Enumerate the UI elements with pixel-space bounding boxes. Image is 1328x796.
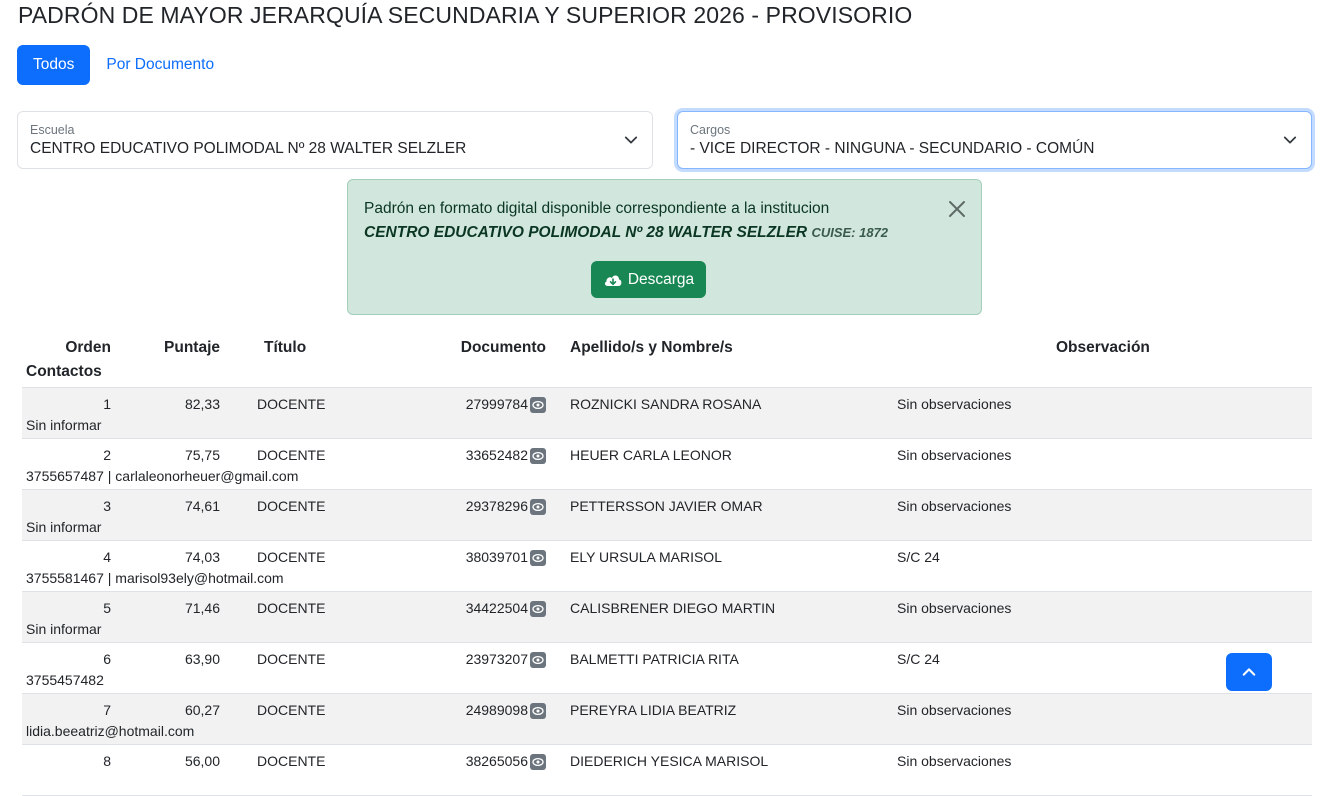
escuela-label: Escuela	[30, 123, 75, 137]
cell-puntaje: 74,61	[184, 498, 220, 514]
cell-documento: 33652482	[465, 447, 528, 463]
header-observacion: Observación	[1056, 339, 1150, 356]
tab-por-documento[interactable]: Por Documento	[90, 45, 230, 85]
download-button[interactable]: Descarga	[591, 261, 706, 298]
cell-orden: 4	[103, 549, 111, 565]
cell-observacion: Sin observaciones	[897, 396, 1012, 412]
cell-contactos: Sin informar	[26, 519, 102, 535]
cell-documento: 34422504	[465, 600, 528, 616]
cell-orden: 6	[103, 651, 111, 667]
alert-text: Padrón en formato digital disponible cor…	[364, 200, 830, 217]
cell-nombre: PETTERSSON JAVIER OMAR	[570, 498, 763, 514]
cell-puntaje: 60,27	[184, 702, 220, 718]
eye-icon[interactable]	[530, 754, 546, 770]
scroll-top-button[interactable]	[1226, 653, 1272, 691]
cargos-label: Cargos	[690, 123, 731, 137]
cell-documento: 24989098	[465, 702, 528, 718]
cell-orden: 3	[103, 498, 111, 514]
cell-titulo: DOCENTE	[257, 702, 326, 718]
cell-nombre: PEREYRA LIDIA BEATRIZ	[570, 702, 737, 718]
cell-documento: 27999784	[465, 396, 528, 412]
header-titulo: Título	[264, 339, 307, 356]
padron-table: Orden Puntaje Título Documento Apellido/…	[22, 334, 1312, 796]
cell-puntaje: 63,90	[184, 651, 220, 667]
table-row: 1 82,33 DOCENTE 27999784 ROZNICKI SANDRA ROS…	[22, 388, 1312, 439]
eye-icon[interactable]	[530, 652, 546, 668]
table-row: 4 74,03 DOCENTE 38039701 ELY URSULA MARISOL S…	[22, 541, 1312, 592]
escuela-value: CENTRO EDUCATIVO POLIMODAL Nº 28 WALTER …	[30, 140, 467, 157]
eye-icon[interactable]	[530, 397, 546, 413]
cell-observacion: Sin observaciones	[897, 600, 1012, 616]
table-row: 8 56,00 DOCENTE 38265056 DIEDERICH YESICA MA…	[22, 745, 1312, 796]
cell-contactos: Sin informar	[26, 621, 102, 637]
cell-nombre: BALMETTI PATRICIA RITA	[570, 651, 739, 667]
cell-observacion: Sin observaciones	[897, 702, 1012, 718]
close-icon[interactable]	[947, 199, 967, 219]
table-row: 2 75,75 DOCENTE 33652482 HEUER CARLA LEONOR S…	[22, 439, 1312, 490]
download-alert: Padrón en formato digital disponible cor…	[347, 179, 982, 315]
cell-orden: 7	[103, 702, 111, 718]
cell-nombre: ELY URSULA MARISOL	[570, 549, 722, 565]
alert-school-name: CENTRO EDUCATIVO POLIMODAL Nº 28 WALTER …	[364, 224, 808, 241]
alert-cuise: CUISE: 1872	[811, 225, 889, 240]
header-contactos: Contactos	[26, 363, 102, 380]
header-nombre: Apellido/s y Nombre/s	[570, 339, 733, 356]
header-puntaje: Puntaje	[164, 339, 220, 356]
cell-orden: 5	[103, 600, 111, 616]
table-row: 6 63,90 DOCENTE 23973207 BALMETTI PATRICIA R…	[22, 643, 1312, 694]
table-header: Orden Puntaje Título Documento Apellido/…	[22, 334, 1312, 388]
eye-icon[interactable]	[530, 601, 546, 617]
cell-titulo: DOCENTE	[257, 651, 326, 667]
table-row: 7 60,27 DOCENTE 24989098 PEREYRA LIDIA BEATR…	[22, 694, 1312, 745]
tab-todos[interactable]: Todos	[17, 45, 91, 85]
chevron-up-icon	[1242, 668, 1256, 676]
cell-titulo: DOCENTE	[257, 600, 326, 616]
cell-contactos: lidia.beeatriz@hotmail.com	[26, 723, 195, 739]
cell-puntaje: 74,03	[184, 549, 220, 565]
chevron-down-icon	[624, 136, 638, 144]
table-row: 5 71,46 DOCENTE 34422504 CALISBRENER DIEGO M…	[22, 592, 1312, 643]
cell-puntaje: 75,75	[184, 447, 220, 463]
eye-icon[interactable]	[530, 499, 546, 515]
cell-puntaje: 71,46	[184, 600, 220, 616]
cell-contactos: Sin informar	[26, 417, 102, 433]
eye-icon[interactable]	[530, 550, 546, 566]
cell-orden: 2	[103, 447, 111, 463]
alert-school: CENTRO EDUCATIVO POLIMODAL Nº 28 WALTER …	[364, 224, 888, 242]
cell-nombre: HEUER CARLA LEONOR	[570, 447, 732, 463]
cell-titulo: DOCENTE	[257, 498, 326, 514]
cell-documento: 29378296	[465, 498, 528, 514]
escuela-select[interactable]: Escuela CENTRO EDUCATIVO POLIMODAL Nº 28…	[17, 111, 653, 169]
header-documento: Documento	[460, 339, 546, 356]
cell-observacion: S/C 24	[897, 549, 940, 565]
cell-titulo: DOCENTE	[257, 549, 326, 565]
eye-icon[interactable]	[530, 448, 546, 464]
table-row: 3 74,61 DOCENTE 29378296 PETTERSSON JAVIER O…	[22, 490, 1312, 541]
cell-titulo: DOCENTE	[257, 396, 326, 412]
cargos-value: - VICE DIRECTOR - NINGUNA - SECUNDARIO -…	[690, 140, 1095, 157]
download-label: Descarga	[627, 270, 695, 288]
cell-puntaje: 82,33	[184, 396, 220, 412]
cell-observacion: S/C 24	[897, 651, 940, 667]
cell-observacion: Sin observaciones	[897, 498, 1012, 514]
cell-documento: 38039701	[465, 549, 528, 565]
cell-contactos: 3755657487 | carlaleonorheuer@gmail.com	[26, 468, 299, 484]
page-title: PADRÓN DE MAYOR JERARQUÍA SECUNDARIA Y S…	[18, 2, 913, 28]
cell-titulo: DOCENTE	[257, 447, 326, 463]
cell-observacion: Sin observaciones	[897, 447, 1012, 463]
tabs: Todos Por Documento	[17, 45, 230, 85]
eye-icon[interactable]	[530, 703, 546, 719]
cargos-select[interactable]: Cargos - VICE DIRECTOR - NINGUNA - SECUN…	[677, 111, 1312, 169]
cell-nombre: CALISBRENER DIEGO MARTIN	[570, 600, 776, 616]
cell-nombre: ROZNICKI SANDRA ROSANA	[570, 396, 762, 412]
cell-orden: 1	[103, 396, 111, 412]
chevron-down-icon	[1283, 136, 1297, 144]
cloud-download-icon	[604, 275, 622, 286]
cell-documento: 23973207	[465, 651, 528, 667]
cell-contactos: 3755457482	[26, 672, 104, 688]
header-orden: Orden	[65, 339, 111, 356]
cell-contactos: 3755581467 | marisol93ely@hotmail.com	[26, 570, 284, 586]
